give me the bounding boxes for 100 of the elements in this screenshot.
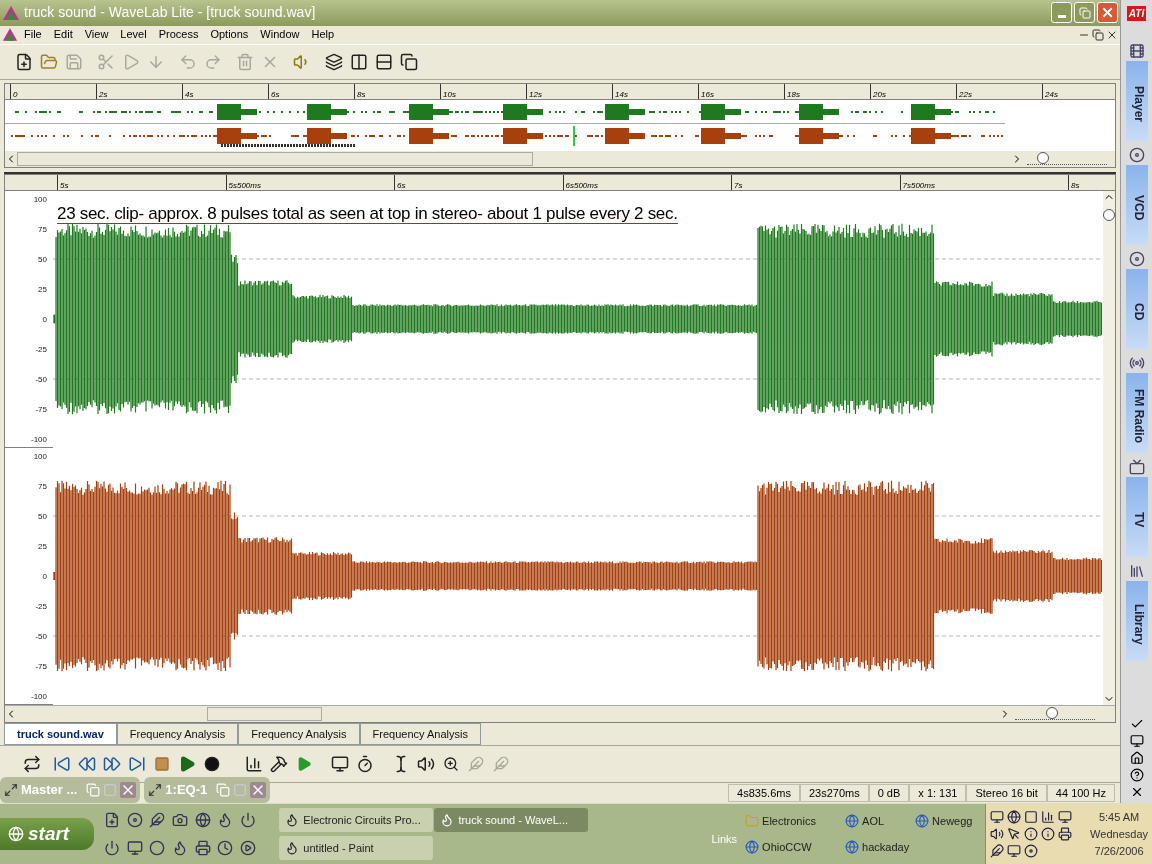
monitor-icon[interactable] xyxy=(1129,734,1144,748)
panel-item-icon[interactable] xyxy=(1128,147,1145,163)
tray-icon[interactable] xyxy=(1058,827,1073,841)
side-panel-tab[interactable]: FM Radio xyxy=(1125,373,1148,453)
annotation-text: 23 sec. clip- approx. 8 pulses total as seen at top in stereo- about 1 pulse every 2 sec. xyxy=(57,203,678,224)
menu-item[interactable]: View xyxy=(78,26,115,43)
status-field: Stereo 16 bit xyxy=(966,784,1047,803)
document-tab[interactable]: Frequency Analysis xyxy=(116,723,239,746)
scrollbar-thumb[interactable] xyxy=(17,151,533,166)
quick-launch-icon[interactable] xyxy=(126,812,143,828)
restore-icon[interactable] xyxy=(1092,28,1104,41)
menu-item[interactable]: Process xyxy=(152,26,205,43)
y-tick-label: 75 xyxy=(38,481,47,492)
tray-icon[interactable] xyxy=(1024,827,1039,841)
panel-item-icon[interactable] xyxy=(1128,251,1145,267)
document-tab[interactable]: Frequency Analysis xyxy=(359,723,481,746)
menu-item[interactable]: Window xyxy=(254,26,306,43)
quick-launch-icon[interactable] xyxy=(239,840,256,856)
browser-icon xyxy=(845,813,860,828)
menu-item[interactable]: Options xyxy=(204,26,255,43)
side-panel-tab[interactable]: VCD xyxy=(1125,165,1148,245)
status-field: x 1: 131 xyxy=(909,784,967,803)
panel-item-icon[interactable] xyxy=(1128,563,1145,579)
taskbar-button[interactable]: Electronic Circuits Pro... xyxy=(279,808,434,832)
panel-item-icon[interactable] xyxy=(1128,355,1145,371)
status-field: 23s270ms xyxy=(799,784,869,803)
tray-icon[interactable] xyxy=(1058,810,1073,824)
tray-icon[interactable] xyxy=(990,827,1005,841)
minimize-button[interactable] xyxy=(1051,2,1072,24)
panel-item-icon[interactable] xyxy=(1128,459,1145,475)
ruler-label: 12s xyxy=(529,90,542,100)
link-item[interactable]: Electronics xyxy=(762,812,816,829)
y-tick-label: 50 xyxy=(38,254,47,265)
close-button[interactable] xyxy=(1097,2,1118,24)
tray-icon[interactable] xyxy=(1007,827,1022,841)
y-tick-label: -75 xyxy=(35,404,47,415)
quick-launch-icon[interactable] xyxy=(172,812,189,828)
ruler-label: 6s xyxy=(271,90,280,100)
quick-launch-icon[interactable] xyxy=(217,840,234,856)
home-icon[interactable] xyxy=(1129,751,1144,765)
tray-icon[interactable] xyxy=(1024,844,1039,858)
vertical-scrollbar[interactable] xyxy=(1103,190,1115,705)
link-item[interactable]: Newegg xyxy=(932,812,973,829)
y-tick-label: -50 xyxy=(35,631,47,642)
scrollbar-thumb[interactable] xyxy=(207,706,322,721)
document-tab[interactable]: Frequency Analysis xyxy=(238,723,360,746)
tray-icon[interactable] xyxy=(1007,810,1022,824)
taskbar-button[interactable]: untitled - Paint xyxy=(279,836,434,860)
app-icon xyxy=(440,813,455,827)
tray-icon[interactable] xyxy=(990,810,1005,824)
quick-launch-icon[interactable] xyxy=(194,840,211,856)
quick-launch-icon[interactable] xyxy=(149,840,166,856)
folder-icon xyxy=(745,813,760,828)
taskbar-button[interactable]: truck sound - WaveL... xyxy=(434,808,589,832)
y-tick-label: 75 xyxy=(38,224,47,235)
link-item[interactable]: hackaday xyxy=(862,839,910,856)
y-tick-label: 25 xyxy=(38,284,47,295)
menu-item[interactable]: Help xyxy=(305,26,341,43)
quick-launch-icon[interactable] xyxy=(126,840,143,856)
ruler-label: 14s xyxy=(615,90,628,100)
ruler-label: 8s xyxy=(1071,180,1080,190)
zoom-slider-thumb[interactable] xyxy=(1037,152,1050,165)
restore-button[interactable] xyxy=(1074,2,1095,24)
side-panel-tab[interactable]: TV xyxy=(1125,477,1148,557)
quick-launch-icon[interactable] xyxy=(194,812,211,828)
ruler-label: 4s xyxy=(185,90,194,100)
ruler-label: 18s xyxy=(787,90,800,100)
floating-toolbar-title: Master ... xyxy=(21,781,78,800)
start-button[interactable]: start xyxy=(0,818,95,850)
side-panel-tab[interactable]: Player xyxy=(1125,61,1148,141)
y-tick-label: -25 xyxy=(35,344,47,355)
y-tick-label: 0 xyxy=(42,571,47,582)
ruler-label: 22s xyxy=(959,90,972,100)
tray-icon[interactable] xyxy=(990,844,1005,858)
side-panel-tab[interactable]: Library xyxy=(1125,581,1148,661)
tray-icon[interactable] xyxy=(1007,844,1022,858)
zoom-knob-icon[interactable] xyxy=(1103,208,1115,221)
quick-launch-icon[interactable] xyxy=(149,812,166,828)
quick-launch-icon[interactable] xyxy=(104,840,121,856)
side-panel-tab[interactable]: CD xyxy=(1125,269,1148,349)
link-item[interactable]: OhioCCW xyxy=(762,839,812,856)
y-tick-label: 50 xyxy=(38,511,47,522)
link-item[interactable]: AOL xyxy=(862,812,885,829)
quick-launch-icon[interactable] xyxy=(239,812,256,828)
y-tick-label: -50 xyxy=(35,374,47,385)
menu-item[interactable]: Level xyxy=(114,26,153,43)
quick-launch-icon[interactable] xyxy=(104,812,121,828)
zoom-slider-thumb[interactable] xyxy=(1045,707,1058,720)
help-icon[interactable] xyxy=(1129,768,1144,782)
panel-item-icon[interactable] xyxy=(1128,43,1145,59)
y-tick-label: 100 xyxy=(33,451,47,462)
menu-item[interactable]: Edit xyxy=(47,26,79,43)
document-tab[interactable]: truck sound.wav xyxy=(4,723,117,746)
tray-icon[interactable] xyxy=(1041,827,1056,841)
y-tick-label: 0 xyxy=(42,314,47,325)
tray-icon[interactable] xyxy=(1024,810,1039,824)
tray-icon[interactable] xyxy=(1041,810,1056,824)
menu-item[interactable]: File xyxy=(18,26,48,43)
floating-toolbar-title: 1:EQ-1 xyxy=(165,781,208,800)
app-icon xyxy=(285,813,300,827)
